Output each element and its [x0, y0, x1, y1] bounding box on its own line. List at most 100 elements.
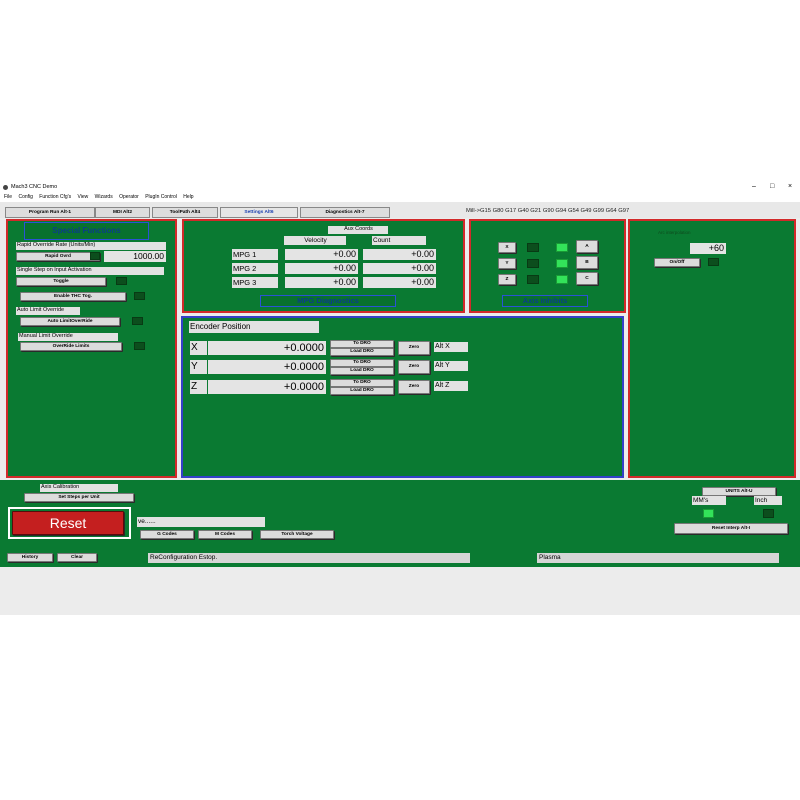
- history-button[interactable]: History: [7, 553, 53, 562]
- onoff-led: [708, 258, 719, 266]
- menu-plugin-control[interactable]: PlugIn Control: [145, 194, 177, 200]
- auto-limit-override-button[interactable]: Auto LimitOverRide: [20, 317, 120, 326]
- toggle-led: [116, 277, 127, 285]
- tab-toolpath[interactable]: ToolPath Alt4: [152, 207, 218, 218]
- torch-voltage-button[interactable]: Torch Voltage: [260, 530, 334, 539]
- inhibit-a-led: [556, 243, 568, 252]
- tab-mdi[interactable]: MDI Alt2: [95, 207, 150, 218]
- tab-program-run[interactable]: Program Run Alt-1: [5, 207, 95, 218]
- rapid-override-led: [90, 252, 100, 260]
- rapid-override-button[interactable]: Rapid Ovrd: [16, 252, 100, 261]
- inhibit-x-button[interactable]: X: [498, 242, 516, 253]
- encoder-y-to-dro-button[interactable]: To DRO: [330, 359, 394, 367]
- auto-limit-override-label: Auto Limit Override: [16, 307, 80, 315]
- status-message: ReConfiguration Estop.: [148, 553, 470, 563]
- encoder-y-zero-button[interactable]: Zero: [398, 360, 430, 374]
- encoder-y-value: +0.0000: [208, 360, 326, 374]
- mpg-2-velocity: +0.00: [285, 263, 358, 274]
- inhibit-a-button[interactable]: A: [576, 240, 598, 253]
- mm-label: MM's: [692, 496, 726, 505]
- inch-label: Inch: [754, 496, 782, 505]
- mpg-3-velocity: +0.00: [285, 277, 358, 288]
- mpg-1-label: MPG 1: [232, 249, 278, 260]
- manual-limit-override-label: Manual Limit Override: [18, 333, 118, 341]
- axis-inhibits-title: Axis Inhibits: [502, 295, 588, 307]
- encoder-x-to-dro-button[interactable]: To DRO: [330, 340, 394, 348]
- menu-view[interactable]: View: [78, 194, 89, 200]
- encoder-z-zero-button[interactable]: Zero: [398, 380, 430, 394]
- arc-interpolation-value: +60: [690, 243, 726, 254]
- clear-button[interactable]: Clear: [57, 553, 97, 562]
- app-icon: [3, 185, 8, 190]
- inhibit-c-led: [556, 275, 568, 284]
- menu-function-cfgs[interactable]: Function Cfg's: [39, 194, 71, 200]
- inch-led: [763, 509, 774, 518]
- thc-led: [134, 292, 145, 300]
- arc-interpolation-label: Arc interpolation: [658, 230, 691, 235]
- menu-config[interactable]: Config: [18, 194, 32, 200]
- rapid-override-value[interactable]: 1000.00: [104, 251, 166, 262]
- mpg-diagnostics-title: MPG Diagnostics: [260, 295, 396, 307]
- tab-settings[interactable]: Settings Alt6: [220, 207, 298, 218]
- mpg-1-velocity: +0.00: [285, 249, 358, 260]
- encoder-position-title: Encoder Position: [189, 321, 319, 333]
- encoder-x-value: +0.0000: [208, 341, 326, 355]
- gcode-modal-line: Mill->G15 G80 G17 G40 G21 G90 G94 G54 G4…: [466, 208, 630, 214]
- onoff-button[interactable]: On/Off: [654, 258, 700, 267]
- enable-thc-toggle-button[interactable]: Enable THC Tog.: [20, 292, 126, 301]
- mpg-2-count: +0.00: [363, 263, 436, 274]
- encoder-alt-z-label: Alt Z: [434, 381, 468, 391]
- inhibit-x-led: [527, 243, 539, 252]
- encoder-y-load-dro-button[interactable]: Load DRO: [330, 367, 394, 375]
- encoder-x-zero-button[interactable]: Zero: [398, 341, 430, 355]
- menu-operator[interactable]: Operator: [119, 194, 139, 200]
- inhibit-z-button[interactable]: Z: [498, 274, 516, 285]
- window-title: Mach3 CNC Demo: [11, 184, 58, 190]
- encoder-alt-y-label: Alt Y: [434, 361, 468, 371]
- encoder-y-axis-label: Y: [190, 360, 207, 374]
- reset-interp-button[interactable]: Reset Interp Alt-I: [674, 523, 788, 534]
- inhibit-y-led: [527, 259, 539, 268]
- menu-help[interactable]: Help: [183, 194, 193, 200]
- encoder-z-load-dro-button[interactable]: Load DRO: [330, 387, 394, 395]
- g-codes-button[interactable]: G Codes: [140, 530, 194, 539]
- encoder-x-load-dro-button[interactable]: Load DRO: [330, 348, 394, 356]
- encoder-alt-x-label: Alt X: [434, 342, 468, 352]
- close-button[interactable]: ×: [788, 183, 792, 190]
- inhibit-c-button[interactable]: C: [576, 272, 598, 285]
- axis-calibration-label: Axis Calibration: [40, 484, 118, 492]
- set-steps-per-unit-button[interactable]: Set Steps per Unit: [24, 493, 134, 502]
- encoder-z-to-dro-button[interactable]: To DRO: [330, 379, 394, 387]
- profile-name: Plasma: [537, 553, 779, 563]
- inhibit-b-led: [556, 259, 568, 268]
- count-header: Count: [372, 236, 426, 245]
- inhibit-z-led: [527, 275, 539, 284]
- tab-diagnostics[interactable]: Diagnostics Alt-7: [300, 207, 390, 218]
- menu-file[interactable]: File: [4, 194, 12, 200]
- special-functions-title: Special Functions: [24, 222, 149, 240]
- single-step-label: Single Step on Input Activation: [16, 267, 164, 275]
- encoder-z-value: +0.0000: [208, 380, 326, 394]
- mpg-3-count: +0.00: [363, 277, 436, 288]
- rapid-override-label: Rapid Override Rate (Units/Min): [16, 242, 166, 250]
- reset-button[interactable]: Reset: [12, 511, 124, 535]
- mpg-3-label: MPG 3: [232, 277, 278, 288]
- mpg-1-count: +0.00: [363, 249, 436, 260]
- inhibit-y-button[interactable]: Y: [498, 258, 516, 269]
- override-limits-button[interactable]: OverRide Limits: [20, 342, 122, 351]
- title-bar: Mach3 CNC Demo – □ ×: [0, 183, 800, 193]
- toggle-button[interactable]: Toggle: [16, 277, 106, 286]
- encoder-z-axis-label: Z: [190, 380, 207, 394]
- auto-limit-led: [132, 317, 143, 325]
- mm-led: [703, 509, 714, 518]
- encoder-x-axis-label: X: [190, 341, 207, 355]
- menu-wizards[interactable]: Wizards: [95, 194, 113, 200]
- save-label: ve......: [137, 517, 265, 527]
- inhibit-b-button[interactable]: B: [576, 256, 598, 269]
- m-codes-button[interactable]: M Codes: [198, 530, 252, 539]
- mpg-2-label: MPG 2: [232, 263, 278, 274]
- units-button[interactable]: UNITS Alt-U: [702, 487, 776, 496]
- maximize-button[interactable]: □: [770, 183, 774, 190]
- aux-coords-label: Aux Coords: [328, 226, 388, 234]
- minimize-button[interactable]: –: [752, 183, 756, 190]
